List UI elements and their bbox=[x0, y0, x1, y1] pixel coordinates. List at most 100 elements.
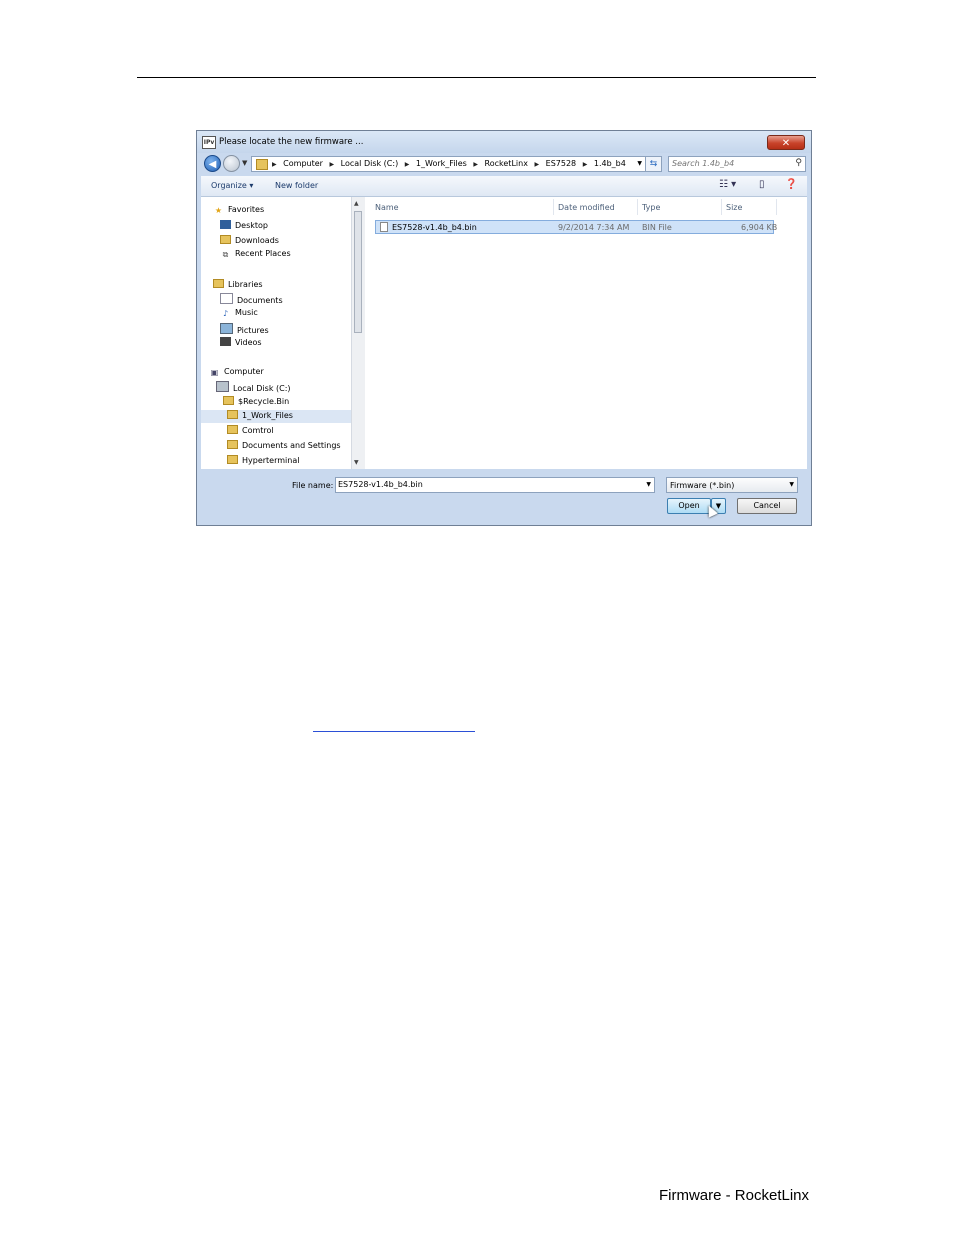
nav-local-disk[interactable]: Local Disk (C:) bbox=[216, 381, 291, 394]
refresh-icon: ⇆ bbox=[649, 159, 658, 169]
star-icon: ★ bbox=[214, 206, 223, 215]
music-icon: ♪ bbox=[222, 309, 229, 318]
nav-pictures[interactable]: Pictures bbox=[220, 323, 269, 336]
file-list: Name Date modified Type Size ES7528-v1.4… bbox=[367, 197, 807, 469]
folder-icon bbox=[227, 455, 238, 464]
nav-music[interactable]: ♪ Music bbox=[220, 308, 258, 321]
breadcrumb-separator-icon: ▶ bbox=[534, 161, 540, 168]
column-name[interactable]: Name bbox=[375, 203, 399, 212]
search-input[interactable] bbox=[672, 159, 782, 168]
scrollbar-thumb[interactable] bbox=[354, 211, 362, 333]
open-button[interactable]: Open bbox=[667, 498, 711, 514]
nav-label: Desktop bbox=[235, 221, 268, 230]
nav-label: Pictures bbox=[237, 326, 269, 335]
nav-recycle-bin[interactable]: $Recycle.Bin bbox=[223, 396, 289, 409]
breadcrumb-local-disk[interactable]: Local Disk (C:) bbox=[341, 159, 399, 168]
back-arrow-icon: ◀ bbox=[208, 159, 217, 170]
file-type-filter[interactable]: Firmware (*.bin) ▼ bbox=[666, 477, 798, 493]
preview-pane-icon[interactable]: ▯ bbox=[759, 179, 765, 190]
new-folder-button[interactable]: New folder bbox=[275, 181, 318, 190]
file-icon bbox=[380, 222, 388, 232]
page-footer: Firmware - RocketLinx bbox=[658, 1187, 809, 1204]
breadcrumb: ▶ Computer ▶ Local Disk (C:) ▶ 1_Work_Fi… bbox=[272, 159, 630, 168]
column-date-modified[interactable]: Date modified bbox=[558, 203, 615, 212]
address-dropdown-icon[interactable]: ▼ bbox=[637, 160, 642, 167]
navigation-scrollbar[interactable]: ▲ ▼ bbox=[351, 197, 365, 469]
folder-icon bbox=[256, 159, 268, 170]
nav-downloads[interactable]: Downloads bbox=[220, 235, 279, 248]
app-icon: IPv bbox=[202, 136, 216, 149]
back-button[interactable]: ◀ bbox=[204, 155, 221, 172]
column-separator bbox=[553, 199, 554, 215]
title-bar: IPv Please locate the new firmware ... ✕ bbox=[197, 131, 811, 153]
nav-label: Libraries bbox=[228, 280, 263, 289]
close-icon: ✕ bbox=[781, 138, 791, 149]
chevron-down-icon[interactable]: ▼ bbox=[646, 481, 651, 488]
help-icon[interactable]: ❓ bbox=[785, 179, 797, 190]
nav-label: Favorites bbox=[228, 205, 265, 214]
desktop-icon bbox=[220, 220, 231, 229]
nav-libraries[interactable]: Libraries bbox=[213, 279, 263, 292]
column-type[interactable]: Type bbox=[642, 203, 660, 212]
forward-button[interactable] bbox=[223, 155, 240, 172]
local-disk-icon bbox=[216, 381, 229, 392]
search-box[interactable]: ⚲ bbox=[668, 156, 806, 172]
navigation-pane: ★ Favorites Desktop Downloads ⧉ Recent Pla… bbox=[201, 197, 351, 469]
downloads-icon bbox=[220, 235, 231, 244]
nav-label: Documents and Settings bbox=[242, 441, 341, 450]
nav-recent-places[interactable]: ⧉ Recent Places bbox=[220, 249, 291, 262]
nav-desktop[interactable]: Desktop bbox=[220, 220, 268, 233]
browser-content: ★ Favorites Desktop Downloads ⧉ Recent Pla… bbox=[201, 197, 807, 469]
scroll-down-icon[interactable]: ▼ bbox=[354, 459, 359, 466]
nav-label: Recent Places bbox=[235, 249, 291, 258]
nav-work-files[interactable]: 1_Work_Files bbox=[201, 410, 351, 423]
column-separator bbox=[637, 199, 638, 215]
refresh-button[interactable]: ⇆ bbox=[645, 156, 662, 172]
close-button[interactable]: ✕ bbox=[767, 135, 805, 150]
nav-favorites[interactable]: ★ Favorites bbox=[213, 205, 264, 218]
nav-hyperterminal[interactable]: Hyperterminal bbox=[227, 455, 299, 468]
cancel-button[interactable]: Cancel bbox=[737, 498, 797, 514]
computer-icon: ▣ bbox=[210, 368, 219, 377]
header-rule bbox=[137, 77, 816, 78]
nav-computer[interactable]: ▣ Computer bbox=[209, 367, 264, 380]
libraries-icon bbox=[213, 279, 224, 288]
breadcrumb-work-files[interactable]: 1_Work_Files bbox=[416, 159, 467, 168]
breadcrumb-rocketlinx[interactable]: RocketLinx bbox=[485, 159, 528, 168]
folder-icon bbox=[223, 396, 234, 405]
pictures-icon bbox=[220, 323, 233, 334]
folder-icon bbox=[227, 425, 238, 434]
dialog-title: Please locate the new firmware ... bbox=[219, 137, 364, 147]
breadcrumb-separator-icon: ▶ bbox=[582, 161, 588, 168]
breadcrumb-es7528[interactable]: ES7528 bbox=[546, 159, 577, 168]
nav-comtrol[interactable]: Comtrol bbox=[227, 425, 274, 438]
file-name-combobox[interactable]: ▼ bbox=[335, 477, 655, 493]
nav-label: Comtrol bbox=[242, 426, 274, 435]
dialog-footer: File name: ▼ Firmware (*.bin) ▼ Open ▼ C… bbox=[197, 471, 811, 527]
column-separator bbox=[721, 199, 722, 215]
view-options-icon[interactable]: ☷ ▾ bbox=[719, 179, 736, 190]
scroll-up-icon[interactable]: ▲ bbox=[354, 200, 359, 207]
videos-icon bbox=[220, 337, 231, 346]
nav-label: Local Disk (C:) bbox=[233, 384, 291, 393]
hyperlink-underline[interactable] bbox=[313, 731, 475, 732]
file-row[interactable]: ES7528-v1.4b_b4.bin 9/2/2014 7:34 AM BIN… bbox=[375, 220, 777, 234]
nav-documents-and-settings[interactable]: Documents and Settings bbox=[227, 440, 341, 453]
column-separator bbox=[776, 199, 777, 215]
file-name-input[interactable] bbox=[338, 480, 638, 489]
nav-videos[interactable]: Videos bbox=[220, 337, 262, 350]
breadcrumb-computer[interactable]: Computer bbox=[283, 159, 323, 168]
folder-icon bbox=[227, 440, 238, 449]
nav-label: Documents bbox=[237, 296, 283, 305]
open-file-dialog: IPv Please locate the new firmware ... ✕… bbox=[196, 130, 812, 526]
recent-locations-dropdown[interactable]: ▼ bbox=[242, 159, 247, 167]
search-icon[interactable]: ⚲ bbox=[795, 158, 802, 168]
column-size[interactable]: Size bbox=[726, 203, 742, 212]
command-toolbar: Organize ▾ New folder ☷ ▾ ▯ ❓ bbox=[201, 176, 807, 197]
nav-label: Computer bbox=[224, 367, 264, 376]
address-bar[interactable]: ▶ Computer ▶ Local Disk (C:) ▶ 1_Work_Fi… bbox=[251, 156, 647, 172]
organize-button[interactable]: Organize ▾ bbox=[211, 181, 253, 190]
navigation-bar: ◀ ▼ ▶ Computer ▶ Local Disk (C:) ▶ 1_Wor… bbox=[197, 153, 811, 175]
breadcrumb-1-4b-b4[interactable]: 1.4b_b4 bbox=[594, 159, 626, 168]
nav-documents[interactable]: Documents bbox=[220, 293, 283, 306]
